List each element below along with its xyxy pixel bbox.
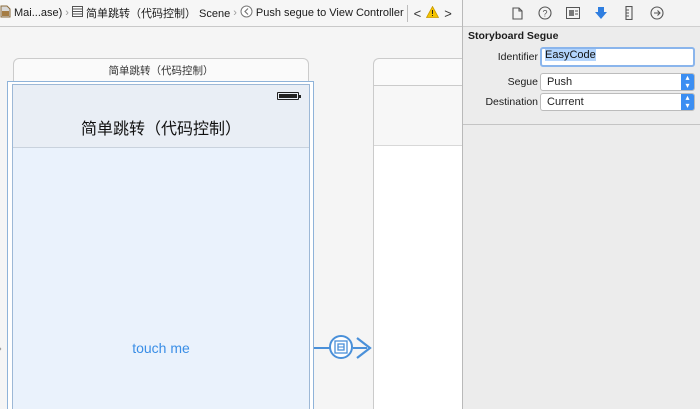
identifier-field[interactable]: EasyCode <box>540 47 695 67</box>
storyboard-file-icon <box>0 5 11 21</box>
segue-popup[interactable]: Push ▴ ▾ <box>540 73 695 91</box>
chevron-updown-icon: ▴ ▾ <box>681 94 694 110</box>
identity-icon <box>566 7 580 19</box>
jump-bar-label: Push segue to View Controller <box>255 7 404 19</box>
navigation-bar: 简单跳转（代码控制） <box>13 85 309 148</box>
segue-icon <box>240 5 253 21</box>
chevron-right-icon: › <box>65 7 69 19</box>
inspector-empty-area <box>463 126 700 409</box>
svg-text:?: ? <box>542 9 547 19</box>
destination-value: Current <box>547 96 584 108</box>
warning-icon[interactable] <box>426 5 440 21</box>
scene-title[interactable]: 简单跳转（代码控制） <box>13 58 309 82</box>
destination-popup[interactable]: Current ▴ ▾ <box>540 93 695 111</box>
divider <box>406 4 408 22</box>
help-inspector-tab[interactable]: ? <box>531 0 559 27</box>
chevron-updown-icon: ▴ ▾ <box>681 74 694 90</box>
section-title: Storyboard Segue <box>468 30 559 42</box>
jump-bar: Mai...ase) › 简单跳转（代码控制） Scene › Push seg… <box>0 0 462 27</box>
jump-bar-item-segue[interactable]: Push segue to View Controller <box>240 5 404 21</box>
navigation-title: 简单跳转（代码控制） <box>80 121 241 138</box>
destination-view-controller[interactable] <box>373 86 462 409</box>
connections-inspector-tab[interactable] <box>643 0 671 27</box>
destination-label: Destination <box>485 96 538 108</box>
segue-label: Segue <box>507 76 538 88</box>
size-icon <box>625 6 633 20</box>
entry-arrow-icon: › <box>0 338 2 359</box>
storyboard-segue-section: Storyboard Segue Identifier EasyCode Seg… <box>463 27 700 125</box>
attributes-icon <box>595 7 607 19</box>
segue-value: Push <box>547 76 573 88</box>
touch-me-button[interactable]: touch me <box>13 340 309 356</box>
back-arrow-icon[interactable]: < <box>411 0 425 26</box>
jump-bar-item-storyboard[interactable]: Mai...ase) <box>0 5 62 21</box>
inspector-pane: ? Storyboard Segue Identifier EasyCode S… <box>462 0 700 409</box>
identity-inspector-tab[interactable] <box>559 0 587 27</box>
navigation-bar <box>374 86 462 146</box>
segue-connector <box>314 347 330 349</box>
attributes-inspector-tab[interactable] <box>587 0 615 27</box>
forward-arrow-icon[interactable]: > <box>441 0 455 26</box>
segue-arrow-icon <box>356 337 372 359</box>
file-inspector-tab[interactable] <box>503 0 531 27</box>
jump-bar-label: 简单跳转（代码控制） Scene <box>85 8 231 20</box>
jump-bar-label: Mai...ase) <box>14 7 63 19</box>
inspector-tabs: ? <box>463 0 700 27</box>
jump-bar-item-scene[interactable]: 简单跳转（代码控制） Scene <box>71 5 231 21</box>
identifier-label: Identifier <box>497 51 538 63</box>
chevron-right-icon: › <box>233 7 237 19</box>
scene-title[interactable] <box>373 58 462 86</box>
connections-icon <box>650 6 664 20</box>
scene-icon <box>71 6 83 20</box>
view-controller[interactable]: 简单跳转（代码控制） touch me <box>12 84 310 409</box>
identifier-value: EasyCode <box>545 49 596 61</box>
help-icon: ? <box>538 6 552 20</box>
storyboard-canvas[interactable]: Mai...ase) › 简单跳转（代码控制） Scene › Push seg… <box>0 0 462 409</box>
battery-icon <box>277 92 301 100</box>
file-icon <box>511 6 523 20</box>
size-inspector-tab[interactable] <box>615 0 643 27</box>
segue-node[interactable] <box>329 335 353 359</box>
